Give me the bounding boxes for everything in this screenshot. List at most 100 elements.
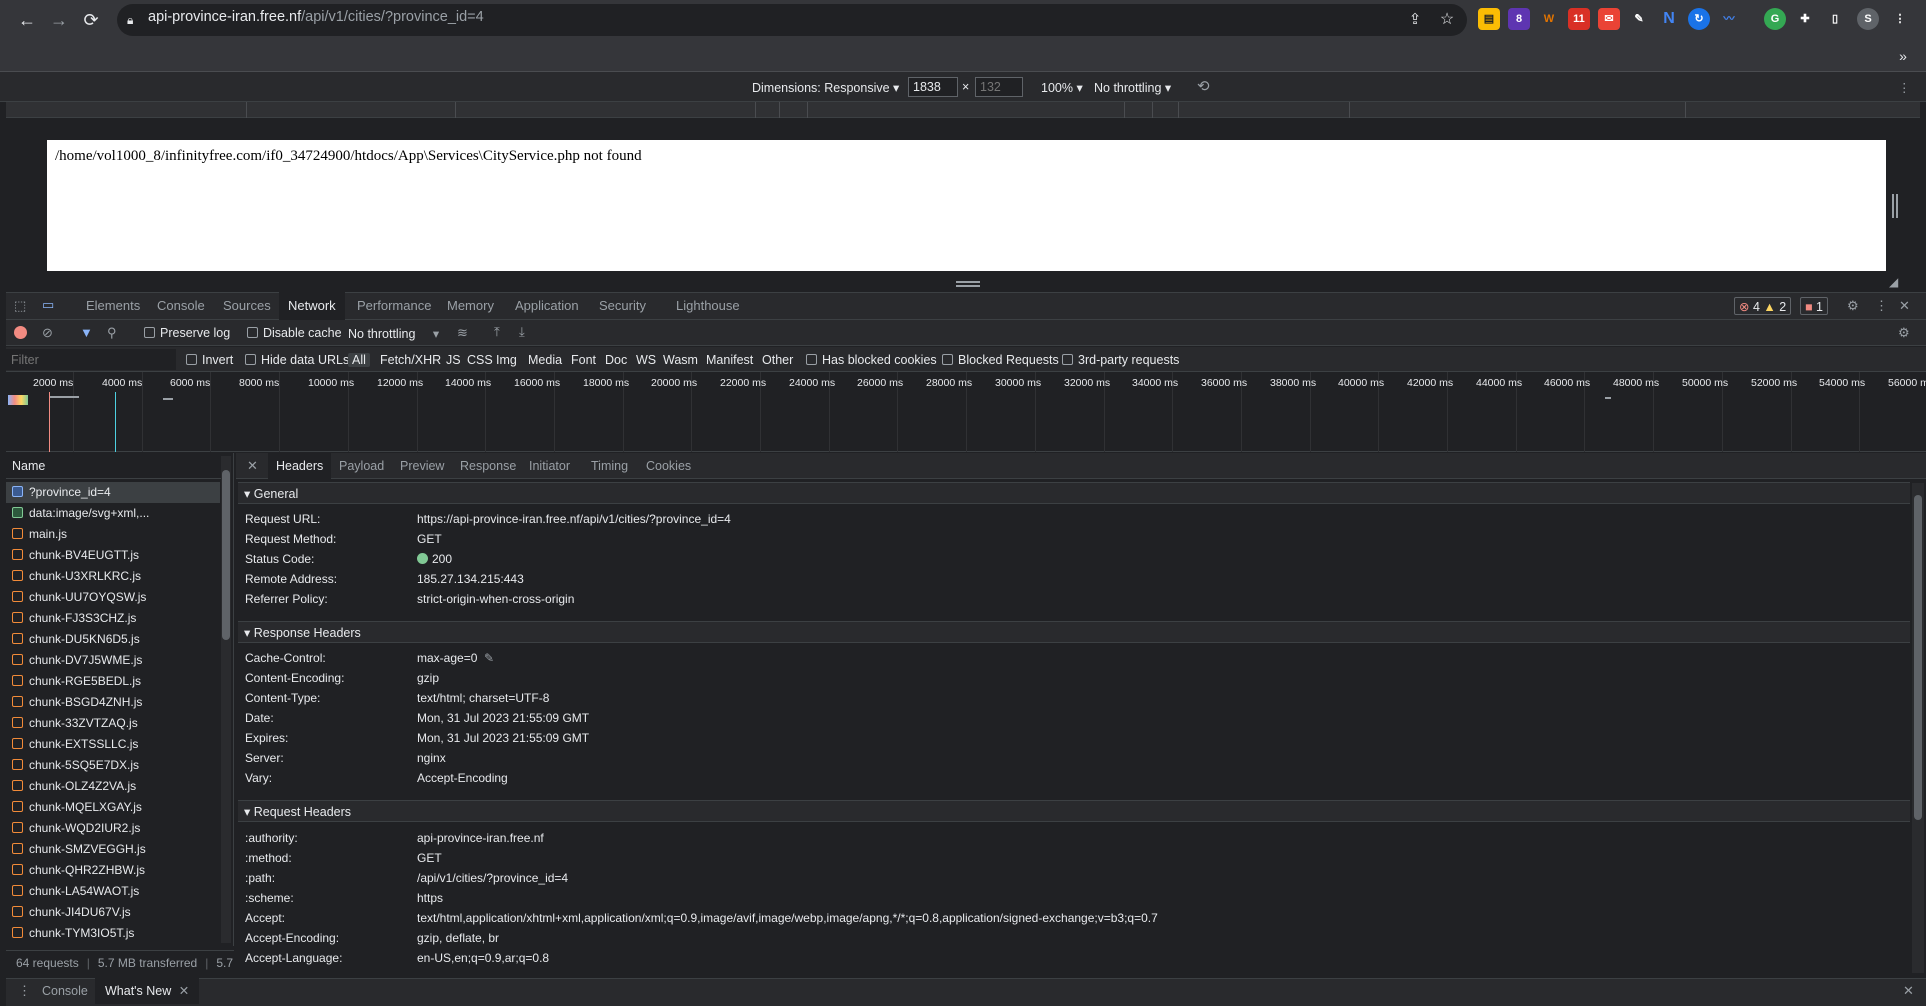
search-icon[interactable]: ⚲ — [107, 325, 117, 341]
close-tab-icon[interactable]: ✕ — [179, 984, 189, 998]
hide-data-urls-checkbox[interactable]: Hide data URLs — [245, 353, 349, 367]
zoom-dropdown[interactable]: 100% ▾ — [1041, 80, 1083, 95]
type-filter-js[interactable]: JS — [446, 353, 461, 367]
tab-security[interactable]: Security — [590, 292, 655, 320]
tab-initiator[interactable]: Initiator — [521, 453, 578, 479]
request-row[interactable]: chunk-MQELXGAY.js — [6, 797, 220, 818]
edit-pencil-icon[interactable]: ✎ — [484, 651, 494, 665]
disable-cache-checkbox[interactable]: Disable cache — [247, 326, 342, 340]
invert-checkbox[interactable]: Invert — [186, 353, 233, 367]
extension-eyedropper-icon[interactable]: ✎ — [1628, 8, 1650, 30]
details-scrollbar-thumb[interactable] — [1914, 495, 1922, 820]
request-row[interactable]: chunk-UU7OYQSW.js — [6, 587, 220, 608]
request-row[interactable]: chunk-5SQ5E7DX.js — [6, 755, 220, 776]
request-row[interactable]: chunk-BSGD4ZNH.js — [6, 692, 220, 713]
extension-wave-icon[interactable]: 〰 — [1718, 8, 1740, 30]
rotate-icon[interactable]: ⟲ — [1197, 77, 1210, 95]
back-arrow-icon[interactable]: ← — [15, 8, 39, 32]
request-row[interactable]: chunk-TYM3IO5T.js — [6, 923, 220, 944]
tab-performance[interactable]: Performance — [348, 292, 440, 320]
tab-application[interactable]: Application — [506, 292, 588, 320]
network-conditions-icon[interactable]: ≋ — [457, 325, 468, 341]
issues-badge[interactable]: ■ 1 — [1800, 297, 1828, 315]
request-row[interactable]: chunk-RGE5BEDL.js — [6, 671, 220, 692]
blocked-requests-checkbox[interactable]: Blocked Requests — [942, 353, 1059, 367]
extension-hat-icon[interactable]: 8 — [1508, 8, 1530, 30]
import-har-icon[interactable]: ⤒ — [494, 324, 500, 340]
type-filter-media[interactable]: Media — [528, 353, 562, 367]
device-width-input[interactable] — [908, 77, 958, 97]
devtools-menu-icon[interactable]: ⋮ — [1875, 298, 1888, 314]
share-icon[interactable]: ⇪ — [1403, 8, 1427, 32]
extension-mail-icon[interactable]: ✉ — [1598, 8, 1620, 30]
device-menu-icon[interactable]: ⋮ — [1898, 80, 1911, 95]
request-row[interactable]: chunk-WQD2IUR2.js — [6, 818, 220, 839]
tab-headers[interactable]: Headers — [268, 453, 332, 479]
tab-lighthouse[interactable]: Lighthouse — [667, 292, 749, 320]
inspect-element-icon[interactable]: ⬚ — [14, 298, 26, 314]
device-height-input[interactable] — [975, 77, 1023, 97]
drawer-tab-whats-new[interactable]: What's New ✕ — [95, 978, 200, 1004]
browser-menu-icon[interactable]: ⋮ — [1889, 8, 1911, 30]
request-row[interactable]: chunk-U3XRLKRC.js — [6, 566, 220, 587]
type-filter-manifest[interactable]: Manifest — [706, 353, 753, 367]
extensions-puzzle-icon[interactable]: ✚ — [1794, 8, 1816, 30]
requests-scrollbar-thumb[interactable] — [222, 470, 230, 640]
type-filter-doc[interactable]: Doc — [605, 353, 627, 367]
side-panel-icon[interactable]: ▯ — [1824, 8, 1846, 30]
type-filter-ws[interactable]: WS — [636, 353, 656, 367]
request-row[interactable]: main.js — [6, 524, 220, 545]
address-url[interactable]: api-province-iran.free.nf/api/v1/cities/… — [148, 9, 484, 25]
filter-input[interactable] — [6, 349, 176, 370]
request-row[interactable]: chunk-FJ3S3CHZ.js — [6, 608, 220, 629]
request-row[interactable]: ?province_id=4 — [6, 482, 220, 503]
viewport-resize-handle-right[interactable] — [1892, 194, 1898, 218]
dimensions-dropdown[interactable]: Dimensions: Responsive ▾ — [752, 80, 899, 95]
third-party-requests-checkbox[interactable]: 3rd-party requests — [1062, 353, 1179, 367]
tab-elements[interactable]: Elements — [77, 292, 149, 320]
record-icon[interactable] — [14, 326, 27, 339]
drawer-menu-icon[interactable]: ⋮ — [18, 983, 31, 999]
bookmark-star-icon[interactable]: ☆ — [1435, 8, 1459, 32]
request-row[interactable]: chunk-DV7J5WME.js — [6, 650, 220, 671]
request-row[interactable]: data:image/svg+xml,... — [6, 503, 220, 524]
clear-icon[interactable]: ⊘ — [42, 325, 53, 341]
type-filter-font[interactable]: Font — [571, 353, 596, 367]
section-general[interactable]: ▾ General — [238, 482, 1910, 504]
type-filter-fetch-xhr[interactable]: Fetch/XHR — [380, 353, 441, 367]
has-blocked-cookies-checkbox[interactable]: Has blocked cookies — [806, 353, 937, 367]
close-details-icon[interactable]: ✕ — [247, 458, 258, 474]
type-filter-wasm[interactable]: Wasm — [663, 353, 698, 367]
request-row[interactable]: chunk-33ZVTZAQ.js — [6, 713, 220, 734]
tab-preview[interactable]: Preview — [392, 453, 452, 479]
extension-wordpress-icon[interactable]: W — [1538, 8, 1560, 30]
error-count-badge[interactable]: ⊗ 4 ▲ 2 — [1734, 297, 1792, 315]
extension-translate-icon[interactable]: ↻ — [1688, 8, 1710, 30]
profile-avatar[interactable]: S — [1857, 8, 1879, 30]
request-row[interactable]: chunk-LA54WAOT.js — [6, 881, 220, 902]
viewport-resize-handle-bottom[interactable] — [956, 281, 980, 287]
close-drawer-icon[interactable]: ✕ — [1903, 983, 1914, 999]
request-row[interactable]: chunk-QHR2ZHBW.js — [6, 860, 220, 881]
column-header-name[interactable]: Name — [6, 453, 222, 479]
tab-payload[interactable]: Payload — [331, 453, 392, 479]
extension-n-icon[interactable]: N — [1658, 8, 1680, 30]
extension-notes-icon[interactable]: ▤ — [1478, 8, 1500, 30]
request-row[interactable]: chunk-SMZVEGGH.js — [6, 839, 220, 860]
tab-cookies[interactable]: Cookies — [638, 453, 699, 479]
extension-badge-icon[interactable]: 11 — [1568, 8, 1590, 30]
request-row[interactable]: chunk-EXTSSLLC.js — [6, 734, 220, 755]
request-row[interactable]: chunk-BV4EUGTT.js — [6, 545, 220, 566]
request-row[interactable]: chunk-DU5KN6D5.js — [6, 629, 220, 650]
tab-memory[interactable]: Memory — [438, 292, 503, 320]
section-request-headers[interactable]: ▾ Request Headers — [238, 800, 1910, 822]
tab-network[interactable]: Network — [279, 292, 345, 320]
export-har-icon[interactable]: ⤓ — [519, 324, 525, 340]
settings-gear-icon[interactable]: ⚙ — [1847, 298, 1859, 314]
resize-corner-icon[interactable]: ◢ — [1889, 275, 1898, 289]
tab-response[interactable]: Response — [452, 453, 524, 479]
filter-funnel-icon[interactable]: ▼ — [80, 325, 93, 340]
device-throttling-dropdown[interactable]: No throttling ▾ — [1094, 80, 1171, 95]
request-row[interactable]: chunk-JI4DU67V.js — [6, 902, 220, 923]
tab-timing[interactable]: Timing — [583, 453, 636, 479]
